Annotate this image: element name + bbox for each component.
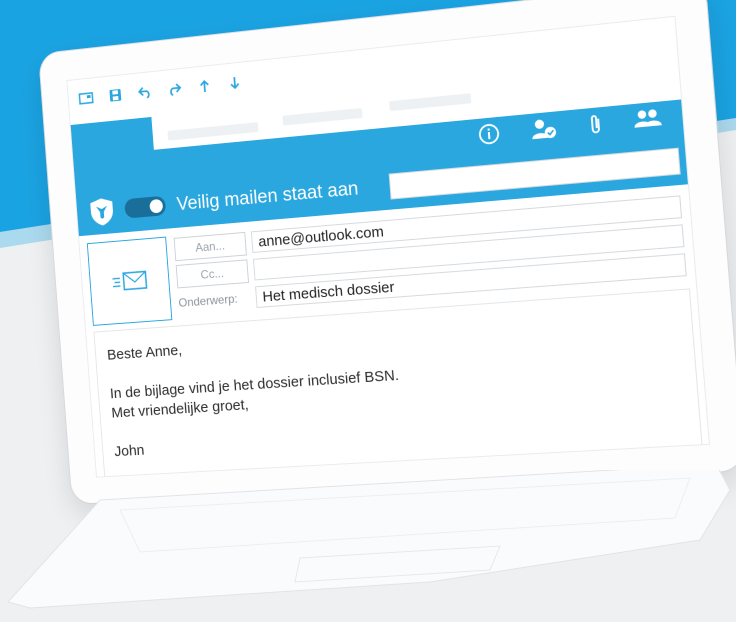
subject-label: Onderwerp: <box>178 291 239 310</box>
laptop: Veilig mailen staat aan Aan... Cc... Ond… <box>38 0 736 504</box>
save-icon[interactable] <box>106 86 124 105</box>
down-arrow-icon[interactable] <box>226 73 244 92</box>
outlook-window: Veilig mailen staat aan Aan... Cc... Ond… <box>66 15 710 478</box>
secure-mail-label: Veilig mailen staat aan <box>175 178 360 216</box>
up-arrow-icon[interactable] <box>195 76 213 95</box>
redo-icon[interactable] <box>166 80 184 99</box>
to-button[interactable]: Aan... <box>173 231 247 262</box>
window-icon[interactable] <box>77 89 95 108</box>
quick-access-toolbar <box>77 70 244 110</box>
laptop-base <box>7 470 731 609</box>
send-icon <box>110 268 149 294</box>
body-greeting: Beste Anne, <box>106 341 183 364</box>
paperclip-icon[interactable] <box>587 112 604 141</box>
info-icon[interactable] <box>477 122 501 151</box>
ribbon-tab-placeholder[interactable] <box>282 107 363 126</box>
contact-verified-icon[interactable] <box>530 117 559 147</box>
toggle-knob <box>149 198 164 214</box>
shield-logo-icon <box>89 196 115 227</box>
body-signature: John <box>113 441 145 461</box>
cc-button[interactable]: Cc... <box>175 259 250 289</box>
body-line: In de bijlage vind je het dossier inclus… <box>109 366 400 403</box>
people-icon[interactable] <box>633 108 662 136</box>
laptop-lid: Veilig mailen staat aan Aan... Cc... Ond… <box>38 0 736 504</box>
secure-mail-toggle[interactable] <box>124 195 167 219</box>
ribbon-tab-placeholder[interactable] <box>167 122 259 141</box>
undo-icon[interactable] <box>136 83 154 102</box>
send-button[interactable] <box>86 236 173 326</box>
ribbon-tab-placeholder[interactable] <box>388 93 472 112</box>
